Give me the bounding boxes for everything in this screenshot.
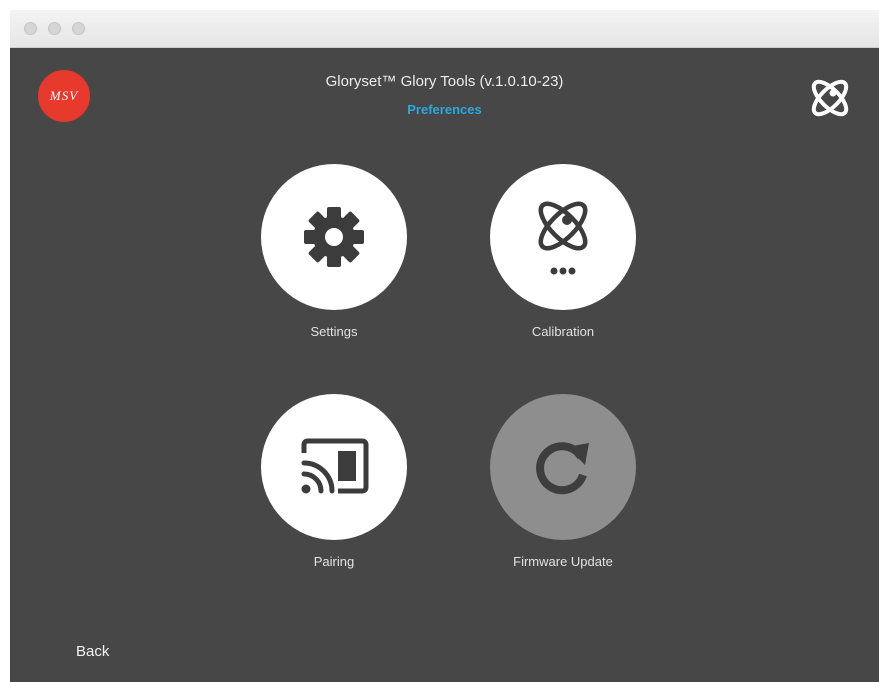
satellite-orbit-icon	[538, 201, 588, 275]
calibration-label: Calibration	[531, 324, 595, 339]
settings-button[interactable]	[261, 164, 407, 310]
satellite-orbit-icon	[811, 79, 849, 117]
back-button[interactable]: Back	[76, 643, 109, 660]
dot-1	[550, 267, 558, 275]
preferences-screen: MSV Gloryset™ Glory Tools (v.1.0.10-23) …	[10, 48, 879, 682]
firmware-update-label: Firmware Update	[513, 554, 613, 569]
pairing-tile[interactable]: Pairing	[244, 394, 424, 569]
app-title: Gloryset™ Glory Tools (v.1.0.10-23)	[325, 73, 564, 90]
settings-label: Settings	[310, 324, 358, 339]
app-window: MSV Gloryset™ Glory Tools (v.1.0.10-23) …	[10, 10, 879, 682]
gear-icon	[304, 207, 364, 267]
cast-icon	[301, 438, 369, 494]
dot-3	[568, 267, 576, 275]
pairing-label: Pairing	[313, 554, 355, 569]
window-titlebar[interactable]	[10, 10, 879, 48]
refresh-icon	[536, 442, 589, 495]
calibration-tile[interactable]: Calibration	[473, 164, 653, 339]
minimize-window-button[interactable]	[48, 22, 61, 35]
calibration-button[interactable]	[490, 164, 636, 310]
settings-tile[interactable]: Settings	[244, 164, 424, 339]
page-subtitle: Preferences	[407, 102, 482, 117]
dot-2	[559, 267, 567, 275]
close-window-button[interactable]	[24, 22, 37, 35]
pairing-button[interactable]	[261, 394, 407, 540]
maximize-window-button[interactable]	[72, 22, 85, 35]
firmware-update-button[interactable]	[490, 394, 636, 540]
firmware-update-tile[interactable]: Firmware Update	[473, 394, 653, 569]
